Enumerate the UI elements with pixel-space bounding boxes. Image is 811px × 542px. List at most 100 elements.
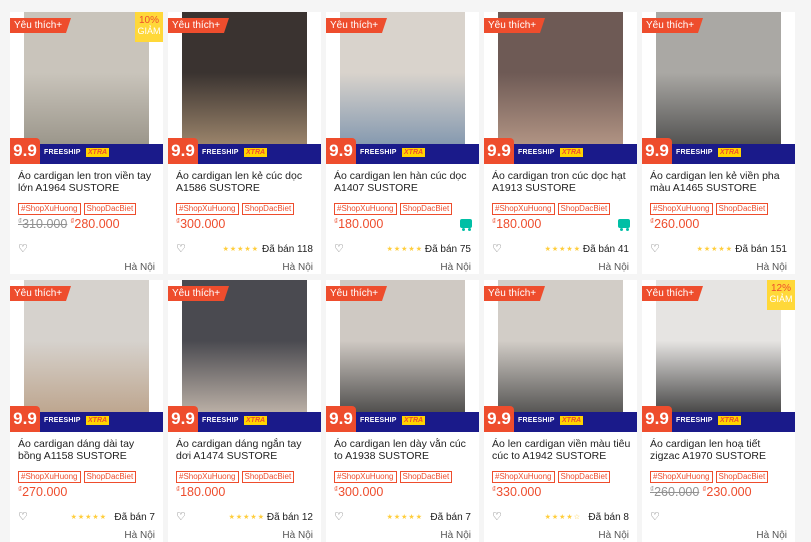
- product-image[interactable]: Yêu thích+ FREESHIP XTRA 9.9: [326, 12, 479, 164]
- heart-icon[interactable]: ♡: [334, 244, 344, 255]
- sold-count: Đã bán 75: [424, 244, 471, 255]
- product-card[interactable]: Yêu thích+ FREESHIP XTRA 9.9 Áo len cardigan…: [484, 280, 637, 542]
- product-image[interactable]: Yêu thích+ 10% GIẢM FREESHIP XTRA 9.9: [10, 12, 163, 164]
- product-card[interactable]: Yêu thích+ FREESHIP XTRA 9.9 Áo cardigan len…: [642, 12, 795, 274]
- product-card[interactable]: Yêu thích+ FREESHIP XTRA 9.9 Áo cardigan dán…: [10, 280, 163, 542]
- product-title[interactable]: Áo cardigan dáng dài tay bồng A1158 SUST…: [18, 438, 158, 462]
- product-tag: ShopDacBiet: [241, 203, 295, 215]
- sold-count: Đã bán 12: [266, 512, 313, 523]
- product-image[interactable]: Yêu thích+ FREESHIP XTRA 9.9: [326, 280, 479, 432]
- product-card[interactable]: Yêu thích+ FREESHIP XTRA 9.9 Áo cardigan len…: [168, 12, 321, 274]
- freeship-label: FREESHIP: [676, 149, 713, 156]
- heart-icon[interactable]: ♡: [492, 244, 502, 255]
- rating-stars: ★★★★★: [228, 514, 265, 521]
- heart-icon[interactable]: ♡: [176, 244, 186, 255]
- product-title[interactable]: Áo cardigan len kẻ viền pha màu A1465 SU…: [650, 170, 790, 194]
- product-image[interactable]: Yêu thích+ FREESHIP XTRA 9.9: [484, 12, 637, 164]
- product-card[interactable]: Yêu thích+ 12% GIẢM FREESHIP XTRA 9.9 Áo cardi…: [642, 280, 795, 542]
- sale-99-badge: 9.9: [484, 406, 514, 432]
- product-tag: #ShopXuHuong: [650, 471, 713, 483]
- product-image[interactable]: Yêu thích+ FREESHIP XTRA 9.9: [168, 280, 321, 432]
- product-card[interactable]: Yêu thích+ FREESHIP XTRA 9.9 Áo cardigan len…: [326, 280, 479, 542]
- heart-icon[interactable]: ♡: [650, 244, 660, 255]
- location: Hà Nội: [124, 262, 155, 273]
- sold-count: Đã bán 8: [588, 512, 629, 523]
- product-image[interactable]: Yêu thích+ FREESHIP XTRA 9.9: [10, 280, 163, 432]
- free-ship-truck-icon: [618, 219, 630, 231]
- sale-99-badge: 9.9: [326, 406, 356, 432]
- price-value: 180.000: [180, 485, 226, 499]
- product-image[interactable]: Yêu thích+ FREESHIP XTRA 9.9: [642, 12, 795, 164]
- discount-label: GIẢM: [137, 26, 161, 36]
- product-title[interactable]: Áo cardigan tron cúc dọc hạt A1913 SUSTO…: [492, 170, 632, 194]
- sold-count: Đã bán 41: [582, 244, 629, 255]
- product-card[interactable]: Yêu thích+ FREESHIP XTRA 9.9 Áo cardigan len…: [326, 12, 479, 274]
- xtra-label: XTRA: [402, 416, 426, 425]
- product-card[interactable]: Yêu thích+ FREESHIP XTRA 9.9 Áo cardigan dán…: [168, 280, 321, 542]
- freeship-badge: FREESHIP XTRA: [514, 144, 637, 164]
- product-title[interactable]: Áo cardigan len hoạ tiết zigzac A1970 SU…: [650, 438, 790, 462]
- location: Hà Nội: [756, 262, 787, 273]
- product-price: ₫300.000: [176, 217, 225, 231]
- price-value: 180.000: [338, 217, 384, 231]
- product-image[interactable]: Yêu thích+ FREESHIP XTRA 9.9: [168, 12, 321, 164]
- location: Hà Nội: [440, 530, 471, 541]
- product-card[interactable]: Yêu thích+ FREESHIP XTRA 9.9 Áo cardigan tro…: [484, 12, 637, 274]
- rating-stars: ★★★★★: [544, 246, 581, 253]
- freeship-label: FREESHIP: [676, 417, 713, 424]
- promo-banner: FREESHIP XTRA 9.9: [484, 406, 637, 432]
- favorite-badge: Yêu thích+: [484, 18, 546, 33]
- product-title[interactable]: Áo cardigan len dày vằn cúc to A1938 SUS…: [334, 438, 474, 462]
- heart-icon[interactable]: ♡: [176, 512, 186, 523]
- favorite-badge: Yêu thích+: [642, 286, 704, 301]
- freeship-label: FREESHIP: [360, 149, 397, 156]
- product-tag: ShopDacBiet: [83, 471, 137, 483]
- xtra-label: XTRA: [86, 148, 110, 157]
- product-title[interactable]: Áo len cardigan viền màu tiêu cúc to A19…: [492, 438, 632, 462]
- rating-stars: ★★★★★: [222, 246, 259, 253]
- product-price: ₫260.000 ₫230.000: [650, 485, 752, 499]
- product-title[interactable]: Áo cardigan len kẻ cúc dọc A1586 SUSTORE: [176, 170, 316, 194]
- freeship-badge: FREESHIP XTRA: [672, 412, 795, 432]
- old-price: ₫310.000: [18, 217, 67, 231]
- rating-stars: ★★★★☆: [544, 514, 581, 521]
- heart-icon[interactable]: ♡: [334, 512, 344, 523]
- product-image[interactable]: Yêu thích+ FREESHIP XTRA 9.9: [484, 280, 637, 432]
- favorite-badge: Yêu thích+: [326, 18, 388, 33]
- product-price: ₫310.000 ₫280.000: [18, 217, 120, 231]
- promo-banner: FREESHIP XTRA 9.9: [326, 138, 479, 164]
- favorite-badge: Yêu thích+: [10, 286, 72, 301]
- location: Hà Nội: [440, 262, 471, 273]
- freeship-badge: FREESHIP XTRA: [198, 412, 321, 432]
- product-tags: #ShopXuHuong ShopDacBiet: [334, 466, 455, 483]
- product-tag: #ShopXuHuong: [492, 203, 555, 215]
- product-grid: Yêu thích+ 10% GIẢM FREESHIP XTRA 9.9 Áo cardi…: [0, 0, 811, 542]
- freeship-label: FREESHIP: [518, 417, 555, 424]
- location: Hà Nội: [124, 530, 155, 541]
- product-tags: #ShopXuHuong ShopDacBiet: [18, 198, 139, 215]
- location: Hà Nội: [756, 530, 787, 541]
- old-price-value: 310.000: [22, 217, 68, 231]
- discount-label: GIẢM: [769, 294, 793, 304]
- xtra-label: XTRA: [718, 416, 742, 425]
- heart-icon[interactable]: ♡: [650, 512, 660, 523]
- product-image[interactable]: Yêu thích+ 12% GIẢM FREESHIP XTRA 9.9: [642, 280, 795, 432]
- location: Hà Nội: [598, 262, 629, 273]
- rating-stars: ★★★★★: [70, 514, 107, 521]
- product-tag: #ShopXuHuong: [18, 203, 81, 215]
- product-title[interactable]: Áo cardigan len hàn cúc dọc A1407 SUSTOR…: [334, 170, 474, 194]
- product-card[interactable]: Yêu thích+ 10% GIẢM FREESHIP XTRA 9.9 Áo cardi…: [10, 12, 163, 274]
- promo-banner: FREESHIP XTRA 9.9: [484, 138, 637, 164]
- product-title[interactable]: Áo cardigan dáng ngắn tay dơi A1474 SUST…: [176, 438, 316, 462]
- price-value: 300.000: [180, 217, 226, 231]
- heart-icon[interactable]: ♡: [18, 512, 28, 523]
- promo-banner: FREESHIP XTRA 9.9: [10, 406, 163, 432]
- location: Hà Nội: [598, 530, 629, 541]
- heart-icon[interactable]: ♡: [18, 244, 28, 255]
- promo-banner: FREESHIP XTRA 9.9: [642, 138, 795, 164]
- product-title[interactable]: Áo cardigan len tron viền tay lớn A1964 …: [18, 170, 158, 194]
- product-tag: #ShopXuHuong: [492, 471, 555, 483]
- product-tag: #ShopXuHuong: [18, 471, 81, 483]
- heart-icon[interactable]: ♡: [492, 512, 502, 523]
- product-tag: #ShopXuHuong: [650, 203, 713, 215]
